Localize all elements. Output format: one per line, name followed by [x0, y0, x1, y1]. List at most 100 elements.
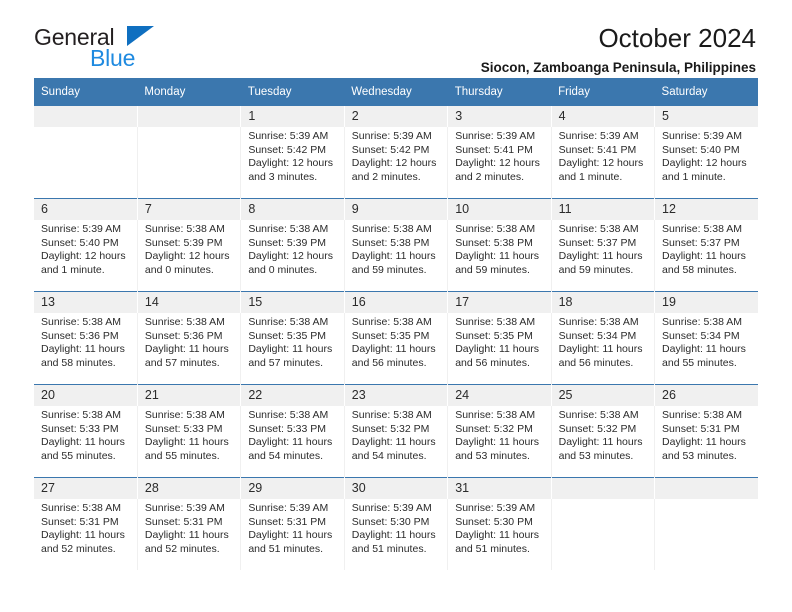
day-number: 24: [447, 384, 552, 406]
daylight-text-line1: Daylight: 11 hours: [455, 343, 540, 356]
sunset-text: Sunset: 5:30 PM: [455, 515, 533, 528]
sunset-text: Sunset: 5:35 PM: [455, 329, 533, 342]
sunset-text: Sunset: 5:41 PM: [455, 143, 533, 156]
day-number: 28: [137, 477, 242, 499]
day-number: 17: [447, 291, 552, 313]
daylight-text-line2: and 1 minute.: [558, 170, 623, 183]
sunset-text: Sunset: 5:32 PM: [455, 422, 533, 435]
day-cell: Sunrise: 5:39 AM Sunset: 5:42 PM Dayligh…: [344, 127, 449, 199]
logo-text-blue: Blue: [90, 45, 136, 71]
daylight-text-line2: and 59 minutes.: [351, 263, 427, 276]
daylight-text-line2: and 51 minutes.: [351, 542, 427, 555]
day-cell: Sunrise: 5:38 AM Sunset: 5:33 PM Dayligh…: [34, 406, 138, 478]
daylight-text-line1: Daylight: 11 hours: [351, 436, 436, 449]
sunset-text: Sunset: 5:41 PM: [558, 143, 637, 156]
day-cell: Sunrise: 5:38 AM Sunset: 5:36 PM Dayligh…: [137, 313, 242, 385]
daylight-text-line1: Daylight: 11 hours: [455, 529, 540, 542]
page-header: General Blue October 2024 Siocon, Zamboa…: [34, 0, 758, 75]
sunset-text: Sunset: 5:31 PM: [41, 515, 119, 528]
sunrise-text: Sunrise: 5:38 AM: [558, 223, 639, 235]
daylight-text-line1: Daylight: 11 hours: [248, 343, 333, 356]
sunrise-text: Sunrise: 5:38 AM: [351, 409, 432, 421]
sunrise-text: Sunrise: 5:38 AM: [455, 409, 536, 421]
day-number: 10: [447, 198, 552, 220]
day-cell: Sunrise: 5:38 AM Sunset: 5:35 PM Dayligh…: [240, 313, 345, 385]
daylight-text-line1: Daylight: 11 hours: [558, 343, 643, 356]
sunset-text: Sunset: 5:42 PM: [351, 143, 430, 156]
sunrise-text: Sunrise: 5:39 AM: [351, 130, 432, 142]
sunrise-text: Sunrise: 5:39 AM: [455, 502, 536, 514]
sunset-text: Sunset: 5:39 PM: [248, 236, 326, 249]
day-number: 1: [240, 106, 345, 127]
sunrise-text: Sunrise: 5:38 AM: [558, 316, 639, 328]
daylight-text-line2: and 54 minutes.: [351, 449, 427, 462]
sunrise-text: Sunrise: 5:39 AM: [41, 223, 121, 235]
day-number: 2: [344, 106, 449, 127]
sunrise-text: Sunrise: 5:38 AM: [41, 502, 121, 514]
daylight-text-line1: Daylight: 12 hours: [144, 250, 230, 263]
day-number: 21: [137, 384, 242, 406]
daylight-text-line2: and 53 minutes.: [558, 449, 634, 462]
sunrise-text: Sunrise: 5:39 AM: [662, 130, 742, 142]
daylight-text-line2: and 53 minutes.: [455, 449, 530, 462]
daylight-text-line1: Daylight: 11 hours: [248, 436, 333, 449]
daylight-text-line2: and 0 minutes.: [248, 263, 318, 276]
week-date-row: 1 2 3 4 5: [34, 106, 758, 127]
day-cell: Sunrise: 5:38 AM Sunset: 5:37 PM Dayligh…: [654, 220, 758, 292]
day-number: 11: [551, 198, 656, 220]
day-cell: Sunrise: 5:38 AM Sunset: 5:34 PM Dayligh…: [551, 313, 656, 385]
daylight-text-line2: and 56 minutes.: [351, 356, 427, 369]
sunrise-text: Sunrise: 5:38 AM: [662, 223, 742, 235]
day-number: 12: [654, 198, 758, 220]
sunrise-text: Sunrise: 5:38 AM: [248, 409, 329, 421]
week-info-row: Sunrise: 5:39 AM Sunset: 5:42 PM Dayligh…: [34, 127, 758, 199]
day-number: 22: [240, 384, 345, 406]
sunrise-text: Sunrise: 5:38 AM: [455, 223, 536, 235]
sunrise-text: Sunrise: 5:38 AM: [662, 316, 742, 328]
daylight-text-line2: and 57 minutes.: [248, 356, 324, 369]
day-cell: Sunrise: 5:38 AM Sunset: 5:32 PM Dayligh…: [447, 406, 552, 478]
daylight-text-line2: and 1 minute.: [662, 170, 726, 183]
day-number: [137, 106, 242, 127]
day-cell: Sunrise: 5:39 AM Sunset: 5:40 PM Dayligh…: [34, 220, 138, 292]
daylight-text-line1: Daylight: 11 hours: [144, 343, 229, 356]
sunrise-text: Sunrise: 5:38 AM: [144, 316, 225, 328]
weekday-header-wednesday: Wednesday: [344, 78, 448, 106]
week-info-row: Sunrise: 5:39 AM Sunset: 5:40 PM Dayligh…: [34, 220, 758, 292]
daylight-text-line2: and 55 minutes.: [144, 449, 220, 462]
sunset-text: Sunset: 5:40 PM: [41, 236, 119, 249]
day-number: 15: [240, 291, 345, 313]
day-cell: Sunrise: 5:38 AM Sunset: 5:37 PM Dayligh…: [551, 220, 656, 292]
daylight-text-line2: and 0 minutes.: [144, 263, 214, 276]
daylight-text-line1: Daylight: 11 hours: [144, 529, 229, 542]
day-number: 26: [654, 384, 758, 406]
day-cell: Sunrise: 5:38 AM Sunset: 5:33 PM Dayligh…: [240, 406, 345, 478]
weekday-header-tuesday: Tuesday: [240, 78, 345, 106]
sunset-text: Sunset: 5:37 PM: [662, 236, 740, 249]
week-date-row: 20 21 22 23 24 25 26: [34, 384, 758, 406]
daylight-text-line1: Daylight: 11 hours: [662, 436, 746, 449]
daylight-text-line1: Daylight: 11 hours: [351, 529, 436, 542]
sunset-text: Sunset: 5:34 PM: [662, 329, 740, 342]
sunset-text: Sunset: 5:35 PM: [351, 329, 430, 342]
day-cell: Sunrise: 5:38 AM Sunset: 5:33 PM Dayligh…: [137, 406, 242, 478]
week-date-row: 13 14 15 16 17 18 19: [34, 291, 758, 313]
day-cell: Sunrise: 5:38 AM Sunset: 5:31 PM Dayligh…: [34, 499, 138, 570]
daylight-text-line2: and 54 minutes.: [248, 449, 324, 462]
day-number: 14: [137, 291, 242, 313]
daylight-text-line1: Daylight: 11 hours: [662, 343, 746, 356]
daylight-text-line1: Daylight: 12 hours: [662, 157, 747, 170]
daylight-text-line1: Daylight: 12 hours: [248, 250, 333, 263]
day-number: 29: [240, 477, 345, 499]
day-number: 6: [34, 198, 138, 220]
day-cell: Sunrise: 5:39 AM Sunset: 5:31 PM Dayligh…: [240, 499, 345, 570]
sunset-text: Sunset: 5:40 PM: [662, 143, 740, 156]
day-number: 25: [551, 384, 656, 406]
day-cell: Sunrise: 5:39 AM Sunset: 5:30 PM Dayligh…: [344, 499, 449, 570]
daylight-text-line2: and 53 minutes.: [662, 449, 737, 462]
day-number: 31: [447, 477, 552, 499]
weekday-header-friday: Friday: [551, 78, 655, 106]
daylight-text-line1: Daylight: 12 hours: [455, 157, 540, 170]
day-cell: [137, 127, 242, 199]
daylight-text-line1: Daylight: 11 hours: [455, 436, 540, 449]
